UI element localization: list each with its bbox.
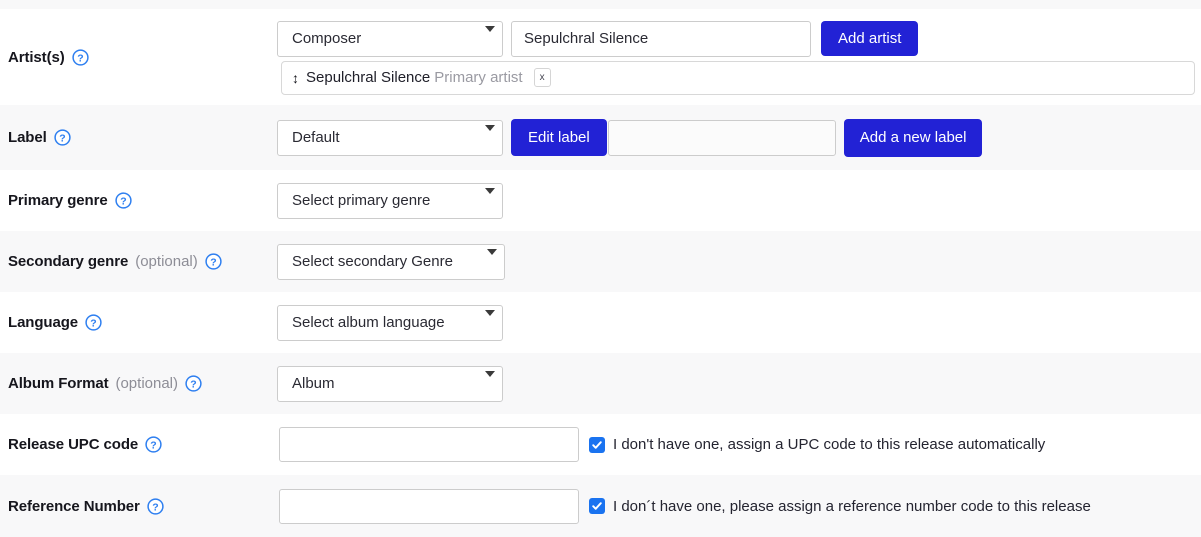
new-label-input[interactable] <box>607 119 836 156</box>
upc-auto-assign-checkbox-row[interactable]: I don't have one, assign a UPC code to t… <box>589 436 1045 453</box>
language-label: Language <box>8 314 79 331</box>
artist-type-select-value: Composer <box>292 30 362 47</box>
add-new-label-button[interactable]: Add a new label <box>843 118 983 157</box>
secondary-genre-label: Secondary genre <box>8 253 129 270</box>
reference-auto-assign-checkbox-row[interactable]: I don´t have one, please assign a refere… <box>589 498 1091 515</box>
form-row-album-format: Album Format (optional) ? Album <box>0 353 1201 414</box>
artist-entry-controls: Composer Add artist <box>277 20 1195 57</box>
svg-text:?: ? <box>59 132 65 144</box>
album-format-optional-tag: (optional) <box>115 375 179 392</box>
reference-auto-assign-label: I don´t have one, please assign a refere… <box>613 497 1091 515</box>
album-format-select-value: Album <box>292 375 335 392</box>
chevron-down-icon <box>485 187 495 194</box>
form-row-language: Language ? Select album language <box>0 292 1201 353</box>
release-metadata-form: Artist(s) ? Composer Add artist ↕ Sepulc… <box>0 0 1201 537</box>
language-label-cell: Language ? <box>6 314 277 331</box>
upc-label: Release UPC code <box>8 436 139 453</box>
upc-field-cell: I don't have one, assign a UPC code to t… <box>277 427 1195 462</box>
reference-auto-assign-checkbox[interactable] <box>589 498 605 514</box>
album-format-field-cell: Album <box>277 365 1195 402</box>
form-row-artists: Artist(s) ? Composer Add artist ↕ Sepulc… <box>0 10 1201 105</box>
svg-text:?: ? <box>77 52 83 64</box>
language-select[interactable]: Select album language <box>277 304 503 341</box>
remove-artist-button[interactable]: x <box>533 68 551 87</box>
language-field-cell: Select album language <box>277 304 1195 341</box>
added-artist-role: Primary artist <box>434 69 523 86</box>
reference-number-label: Reference Number <box>8 497 140 515</box>
chevron-down-icon <box>485 370 495 377</box>
secondary-genre-label-cell: Secondary genre (optional) ? <box>6 253 277 270</box>
add-artist-button[interactable]: Add artist <box>821 21 919 56</box>
label-select[interactable]: Default <box>277 119 503 156</box>
chevron-down-icon <box>487 248 497 255</box>
svg-text:?: ? <box>190 378 196 390</box>
svg-text:?: ? <box>152 501 158 513</box>
chevron-down-icon <box>485 25 495 32</box>
chevron-down-icon <box>485 124 495 131</box>
form-row-primary-genre: Primary genre ? Select primary genre <box>0 170 1201 231</box>
form-row-label: Label ? Default Edit label Add a new lab… <box>0 105 1201 170</box>
reference-field-cell: I don´t have one, please assign a refere… <box>277 488 1195 524</box>
artist-type-select[interactable]: Composer <box>277 20 503 57</box>
svg-text:?: ? <box>120 195 126 207</box>
edit-label-button[interactable]: Edit label <box>511 119 607 156</box>
svg-text:?: ? <box>210 256 216 268</box>
secondary-genre-select-value: Select secondary Genre <box>292 253 453 270</box>
upc-auto-assign-label: I don't have one, assign a UPC code to t… <box>613 436 1046 453</box>
secondary-genre-optional-tag: (optional) <box>135 253 198 270</box>
primary-genre-select[interactable]: Select primary genre <box>277 182 503 219</box>
help-circle-icon[interactable]: ? <box>54 129 71 146</box>
album-format-label-cell: Album Format (optional) ? <box>6 375 277 392</box>
secondary-genre-select[interactable]: Select secondary Genre <box>277 243 505 280</box>
label-label-cell: Label ? <box>6 129 277 146</box>
label-field-cell: Default Edit label Add a new label <box>277 118 1195 157</box>
svg-text:?: ? <box>90 317 96 329</box>
help-circle-icon[interactable]: ? <box>185 375 202 392</box>
help-circle-icon[interactable]: ? <box>205 253 222 270</box>
language-select-value: Select album language <box>292 314 445 331</box>
primary-genre-label: Primary genre <box>8 192 108 209</box>
label-label: Label <box>8 129 47 146</box>
added-artists-list: ↕ Sepulchral Silence Primary artist x <box>281 60 1195 95</box>
reference-number-input[interactable] <box>279 488 579 524</box>
help-circle-icon[interactable]: ? <box>145 436 162 453</box>
drag-vertical-icon[interactable]: ↕ <box>292 71 299 85</box>
help-circle-icon[interactable]: ? <box>114 192 132 209</box>
chevron-down-icon <box>485 309 495 316</box>
album-format-select[interactable]: Album <box>277 365 503 402</box>
primary-genre-label-cell: Primary genre ? <box>6 192 277 209</box>
upc-input[interactable] <box>279 427 579 462</box>
help-circle-icon[interactable]: ? <box>85 314 102 331</box>
upc-auto-assign-checkbox[interactable] <box>589 436 605 453</box>
reference-label-cell: Reference Number ? <box>6 498 277 515</box>
secondary-genre-field-cell: Select secondary Genre <box>277 243 1195 280</box>
artists-label: Artist(s) <box>8 49 65 66</box>
primary-genre-select-value: Select primary genre <box>292 192 431 209</box>
artists-label-cell: Artist(s) ? <box>6 49 277 66</box>
added-artist-name: Sepulchral Silence <box>306 69 431 86</box>
primary-genre-field-cell: Select primary genre <box>277 182 1195 219</box>
form-row-secondary-genre: Secondary genre (optional) ? Select seco… <box>0 231 1201 292</box>
top-row-sliver <box>0 0 1201 10</box>
album-format-label: Album Format <box>8 375 109 392</box>
artists-field-cell: Composer Add artist ↕ Sepulchral Silence… <box>277 20 1195 95</box>
form-row-reference-number: Reference Number ? I don´t have one, ple… <box>0 475 1201 537</box>
upc-label-cell: Release UPC code ? <box>6 436 277 453</box>
svg-text:?: ? <box>150 439 156 451</box>
artist-name-input[interactable] <box>511 20 811 57</box>
label-select-value: Default <box>292 129 340 146</box>
help-circle-icon[interactable]: ? <box>147 497 164 515</box>
help-circle-icon[interactable]: ? <box>71 49 89 66</box>
form-row-upc: Release UPC code ? I don't have one, ass… <box>0 414 1201 475</box>
